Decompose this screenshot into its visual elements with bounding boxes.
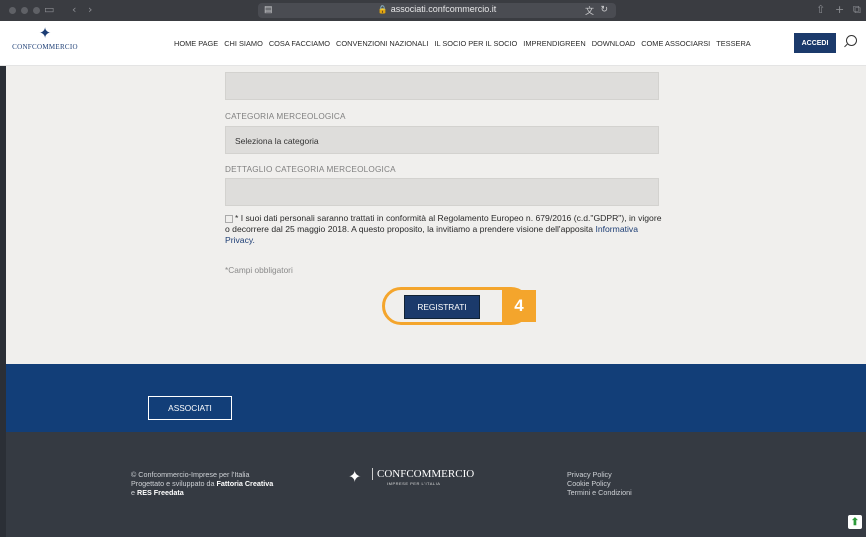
- previous-field-input[interactable]: [225, 72, 659, 100]
- share-icon[interactable]: ⇧: [816, 3, 825, 16]
- footer-logo: ✦ CONFCOMMERCIO IMPRESE PER L'ITALIA: [348, 465, 474, 489]
- site-logo[interactable]: ✦ CONFCOMMERCIO: [4, 25, 86, 61]
- browser-toolbar: ▭ ‹ › ▤ 🔒 associati.confcommercio.it 文 ↻ …: [0, 0, 866, 21]
- forward-icon[interactable]: ›: [88, 3, 92, 16]
- registrati-button[interactable]: REGISTRATI: [404, 295, 480, 319]
- categoria-selected-value: Seleziona la categoria: [235, 136, 319, 146]
- site-header: ✦ CONFCOMMERCIO HOME PAGE CHI SIAMO COSA…: [0, 21, 866, 66]
- categoria-label: CATEGORIA MERCEOLOGICA: [225, 112, 346, 121]
- new-tab-icon[interactable]: +: [835, 3, 844, 16]
- scroll-to-top-icon[interactable]: ⬆: [848, 515, 862, 529]
- privacy-checkbox[interactable]: [225, 214, 233, 223]
- back-icon[interactable]: ‹: [72, 3, 76, 16]
- categoria-select[interactable]: Seleziona la categoria: [225, 126, 659, 154]
- privacy-policy-link[interactable]: Privacy Policy: [567, 470, 632, 479]
- required-fields-note: *Campi obbligatori: [225, 265, 293, 275]
- search-icon[interactable]: [846, 35, 857, 46]
- privacy-consent: * I suoi dati personali saranno trattati…: [225, 213, 663, 246]
- window-controls[interactable]: [9, 7, 40, 14]
- footer-eagle-icon: ✦: [348, 469, 362, 486]
- termini-link[interactable]: Termini e Condizioni: [567, 488, 632, 497]
- maximize-window-button[interactable]: [33, 7, 40, 14]
- menu-item-come-associarsi[interactable]: COME ASSOCIARSI: [641, 39, 710, 48]
- menu-item-chi-siamo[interactable]: CHI SIAMO: [224, 39, 263, 48]
- menu-item-download[interactable]: DOWNLOAD: [592, 39, 636, 48]
- step-badge: 4: [502, 290, 536, 322]
- tabs-icon[interactable]: ⧉: [853, 3, 861, 17]
- dettaglio-label: DETTAGLIO CATEGORIA MERCEOLOGICA: [225, 165, 396, 174]
- associati-button[interactable]: ASSOCIATI: [148, 396, 232, 420]
- accedi-button[interactable]: ACCEDI: [794, 33, 836, 53]
- address-bar[interactable]: ▤ 🔒 associati.confcommercio.it 文 ↻: [258, 3, 616, 18]
- res-freedata-link[interactable]: RES Freedata: [137, 488, 184, 497]
- translate-icon[interactable]: 文: [585, 4, 594, 17]
- close-window-button[interactable]: [9, 7, 16, 14]
- footer-credits: © Confcommercio-Imprese per l'Italia Pro…: [131, 470, 273, 497]
- fattoria-creativa-link[interactable]: Fattoria Creativa: [217, 479, 274, 488]
- footer-links: Privacy Policy Cookie Policy Termini e C…: [567, 470, 632, 497]
- footer-credit-line-2: e RES Freedata: [131, 488, 184, 497]
- cookie-policy-link[interactable]: Cookie Policy: [567, 479, 632, 488]
- menu-item-home[interactable]: HOME PAGE: [174, 39, 218, 48]
- lock-icon: 🔒: [377, 5, 388, 14]
- eagle-logo-icon: ✦: [38, 25, 52, 42]
- dettaglio-input[interactable]: [225, 178, 659, 206]
- logo-text: CONFCOMMERCIO: [12, 43, 78, 51]
- sidebar-icon[interactable]: ▭: [44, 3, 54, 16]
- menu-item-convenzioni[interactable]: CONVENZIONI NAZIONALI: [336, 39, 428, 48]
- menu-item-cosa-facciamo[interactable]: COSA FACCIAMO: [269, 39, 330, 48]
- main-menu: HOME PAGE CHI SIAMO COSA FACCIAMO CONVEN…: [174, 21, 751, 65]
- footer-logo-sub: IMPRESE PER L'ITALIA: [387, 481, 441, 486]
- menu-item-tessera[interactable]: TESSERA: [716, 39, 751, 48]
- minimize-window-button[interactable]: [21, 7, 28, 14]
- menu-item-socio-per-socio[interactable]: IL SOCIO PER IL SOCIO: [434, 39, 517, 48]
- footer-credit-line: Progettato e sviluppato da Fattoria Crea…: [131, 479, 274, 488]
- footer-copyright: © Confcommercio-Imprese per l'Italia: [131, 470, 250, 479]
- cta-band: [6, 364, 866, 432]
- reload-icon[interactable]: ↻: [600, 4, 608, 15]
- footer-logo-text: CONFCOMMERCIO: [372, 468, 474, 480]
- url-text: associati.confcommercio.it: [390, 4, 497, 14]
- menu-item-imprendigreen[interactable]: IMPRENDIGREEN: [523, 39, 585, 48]
